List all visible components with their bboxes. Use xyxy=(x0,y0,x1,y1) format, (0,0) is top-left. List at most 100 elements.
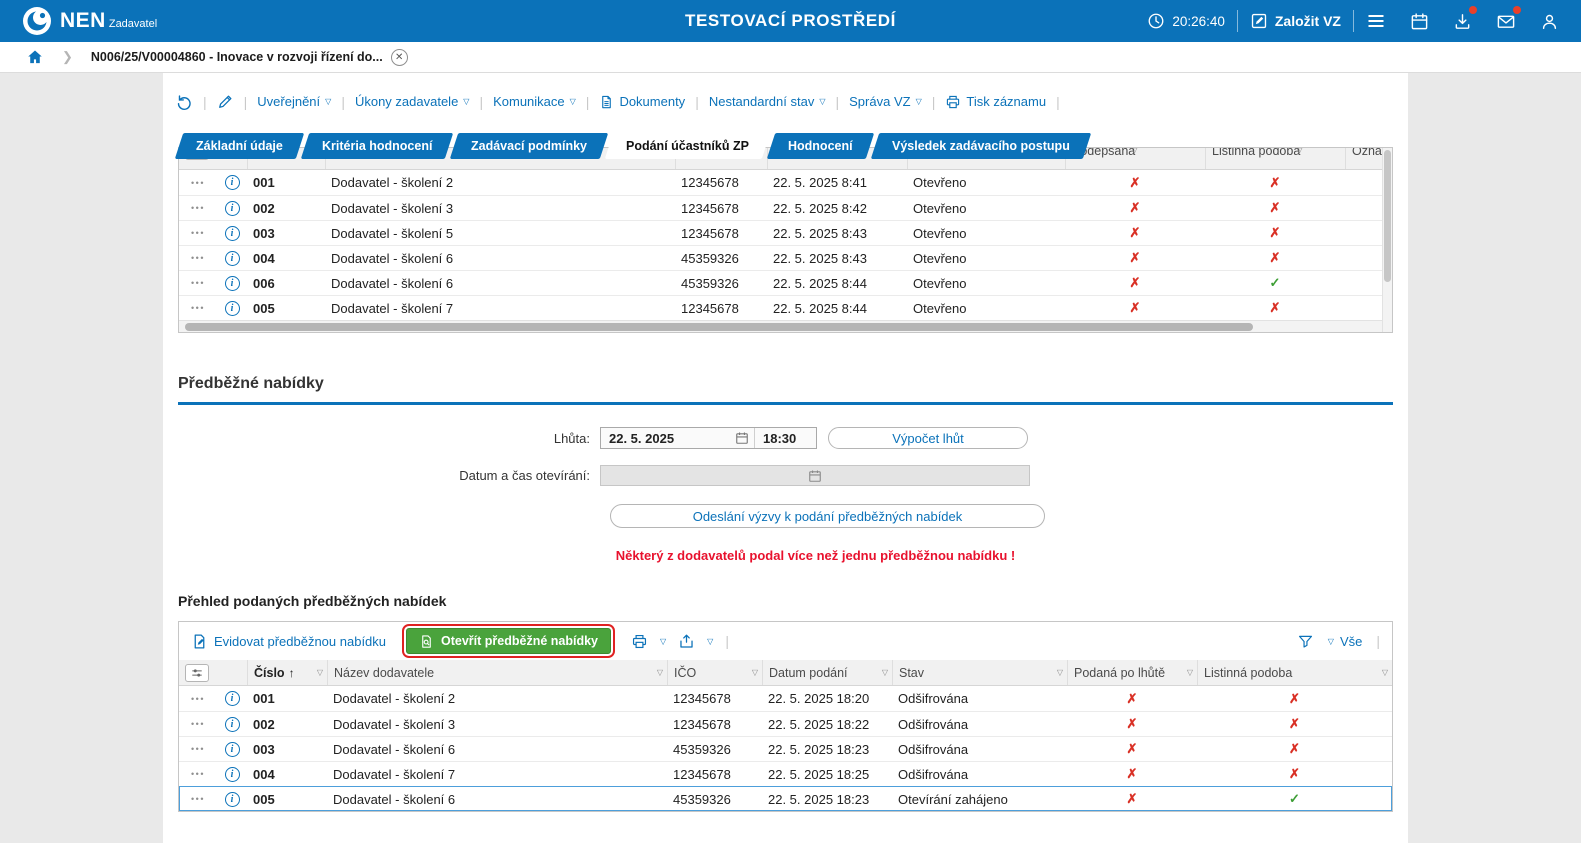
create-vz-button[interactable]: Založit VZ xyxy=(1238,8,1353,34)
table-row[interactable]: •••i001Dodavatel - školení 21234567822. … xyxy=(179,686,1392,711)
filter-dropdown-icon[interactable]: ▽ xyxy=(752,668,758,677)
row-info-button[interactable]: i xyxy=(217,246,247,270)
filter-dropdown-icon[interactable]: ▽ xyxy=(882,668,888,677)
cell-number: 003 xyxy=(247,737,327,761)
home-button[interactable] xyxy=(26,48,44,66)
row-actions-button[interactable]: ••• xyxy=(179,271,217,295)
deadline-date-value[interactable]: 22. 5. 2025 xyxy=(601,431,730,446)
column-header-listinna-podoba[interactable]: Listinná podoba▽ xyxy=(1197,660,1392,685)
row-info-button[interactable]: i xyxy=(217,712,247,736)
filter-dropdown-icon[interactable]: ▽ xyxy=(1187,668,1193,677)
breadcrumb-record[interactable]: N006/25/V00004860 - Inovace v rozvoji ří… xyxy=(91,50,383,64)
column-settings-icon[interactable] xyxy=(185,664,209,682)
user-profile-button[interactable] xyxy=(1528,6,1571,36)
table-row[interactable]: •••i006Dodavatel - školení 64535932622. … xyxy=(179,270,1392,295)
row-actions-button[interactable]: ••• xyxy=(179,787,217,811)
toolbar-link-komunikace[interactable]: Komunikace▽ xyxy=(493,94,576,109)
table-row[interactable]: •••i002Dodavatel - školení 31234567822. … xyxy=(179,711,1392,736)
tab-kriteria-hodnoceni[interactable]: Kritéria hodnocení xyxy=(301,133,454,159)
row-actions-button[interactable]: ••• xyxy=(179,246,217,270)
scrollbar-thumb[interactable] xyxy=(1384,150,1391,282)
toolbar-link-tisk-zaznamu[interactable]: Tisk záznamu xyxy=(945,94,1046,110)
more-options-icon: ••• xyxy=(191,794,205,804)
row-info-button[interactable]: i xyxy=(217,296,247,320)
toolbar-link-nestandardni-stav[interactable]: Nestandardní stav▽ xyxy=(709,94,826,109)
table-row[interactable]: •••i003Dodavatel - školení 51234567822. … xyxy=(179,220,1392,245)
nen-logo[interactable]: NEN Zadavatel xyxy=(22,6,157,36)
open-offers-button[interactable]: Otevřít předběžné nabídky xyxy=(406,628,611,654)
messages-button[interactable] xyxy=(1484,6,1528,36)
table-row[interactable]: •••i002Dodavatel - školení 31234567822. … xyxy=(179,195,1392,220)
tab-podani-ucastniku-zp[interactable]: Podání účastníků ZP xyxy=(605,133,770,159)
calendar-picker-icon[interactable] xyxy=(730,431,754,445)
filter-dropdown-icon[interactable]: ▽ xyxy=(657,668,663,677)
column-header-stav[interactable]: Stav▽ xyxy=(892,660,1067,685)
row-actions-button[interactable]: ••• xyxy=(179,221,217,245)
menu-button[interactable] xyxy=(1354,6,1398,36)
deadline-label: Lhůta: xyxy=(163,431,600,446)
horizontal-scrollbar[interactable] xyxy=(179,320,1392,332)
cell-date-submitted: 22. 5. 2025 8:44 xyxy=(767,271,907,295)
document-open-icon xyxy=(419,634,434,649)
row-actions-button[interactable]: ••• xyxy=(179,737,217,761)
register-offer-link[interactable]: Evidovat předběžnou nabídku xyxy=(191,633,386,650)
chevron-down-icon[interactable]: ▽ xyxy=(660,637,666,646)
row-actions-button[interactable]: ••• xyxy=(179,762,217,786)
column-header-ico[interactable]: IČO▽ xyxy=(667,660,762,685)
row-actions-button[interactable]: ••• xyxy=(179,296,217,320)
export-button[interactable] xyxy=(678,633,695,650)
row-info-button[interactable]: i xyxy=(217,686,247,711)
table-row[interactable]: •••i001Dodavatel - školení 21234567822. … xyxy=(179,170,1392,195)
toolbar-link-ukony-zadavatele[interactable]: Úkony zadavatele▽ xyxy=(355,94,470,109)
calc-deadlines-button[interactable]: Výpočet lhůt xyxy=(828,427,1028,449)
row-info-button[interactable]: i xyxy=(217,271,247,295)
row-actions-button[interactable]: ••• xyxy=(179,170,217,195)
send-invite-button[interactable]: Odeslání výzvy k podání předběžných nabí… xyxy=(610,504,1045,528)
filter-icon[interactable] xyxy=(1297,633,1314,650)
filter-dropdown-icon[interactable]: ▽ xyxy=(317,668,323,677)
calendar-button[interactable] xyxy=(1398,6,1441,36)
scrollbar-thumb[interactable] xyxy=(185,323,1253,331)
deadline-datetime-input[interactable]: 22. 5. 2025 18:30 xyxy=(600,427,817,449)
row-info-button[interactable]: i xyxy=(217,762,247,786)
row-info-button[interactable]: i xyxy=(217,221,247,245)
row-info-button[interactable]: i xyxy=(217,196,247,220)
tab-vysledek-zadavaciho-postupu[interactable]: Výsledek zadávacího postupu xyxy=(871,133,1091,159)
filter-dropdown-icon[interactable]: ▽ xyxy=(1382,668,1388,677)
history-button[interactable] xyxy=(175,93,193,111)
table-row[interactable]: •••i004Dodavatel - školení 64535932622. … xyxy=(179,245,1392,270)
row-info-button[interactable]: i xyxy=(217,787,247,811)
time-value: 20:26:40 xyxy=(1172,14,1225,29)
row-info-button[interactable]: i xyxy=(217,170,247,195)
toolbar-link-uverejneni[interactable]: Uveřejnění▽ xyxy=(257,94,331,109)
tab-zadavaci-podminky[interactable]: Zadávací podmínky xyxy=(450,133,608,159)
table-row[interactable]: •••i003Dodavatel - školení 64535932622. … xyxy=(179,736,1392,761)
table-row[interactable]: •••i005Dodavatel - školení 71234567822. … xyxy=(179,295,1392,320)
column-header-nazev-dodavatele[interactable]: Název dodavatele▽ xyxy=(327,660,667,685)
row-info-button[interactable]: i xyxy=(217,737,247,761)
downloads-button[interactable] xyxy=(1441,6,1484,36)
close-record-icon[interactable]: ✕ xyxy=(391,49,408,66)
row-actions-button[interactable]: ••• xyxy=(179,196,217,220)
filter-preset-dropdown[interactable]: ▽ Vše xyxy=(1328,634,1363,649)
chevron-down-icon[interactable]: ▽ xyxy=(707,637,713,646)
info-icon: i xyxy=(225,792,240,807)
print-table-button[interactable] xyxy=(631,633,648,650)
vertical-scrollbar[interactable] xyxy=(1382,148,1392,332)
row-actions-button[interactable]: ••• xyxy=(179,712,217,736)
filter-dropdown-icon[interactable]: ▽ xyxy=(1057,668,1063,677)
edit-button[interactable] xyxy=(217,93,234,110)
column-header-datum-podani[interactable]: Datum podání▽ xyxy=(762,660,892,685)
row-actions-button[interactable]: ••• xyxy=(179,686,217,711)
toolbar-link-sprava-vz[interactable]: Správa VZ▽ xyxy=(849,94,922,109)
deadline-time-value[interactable]: 18:30 xyxy=(754,428,816,448)
column-header-cislo[interactable]: Číslo↑▽ xyxy=(247,660,327,685)
toolbar-link-dokumenty[interactable]: Dokumenty xyxy=(599,94,685,110)
tab-zakladni-udaje[interactable]: Základní údaje xyxy=(175,133,304,159)
table-row[interactable]: •••i005Dodavatel - školení 64535932622. … xyxy=(179,786,1392,811)
chevron-down-icon: ▽ xyxy=(819,97,825,106)
more-options-icon: ••• xyxy=(191,694,205,704)
table-row[interactable]: •••i004Dodavatel - školení 71234567822. … xyxy=(179,761,1392,786)
column-header-podana-po-lhute[interactable]: Podaná po lhůtě▽ xyxy=(1067,660,1197,685)
tab-hodnoceni[interactable]: Hodnocení xyxy=(767,133,874,159)
